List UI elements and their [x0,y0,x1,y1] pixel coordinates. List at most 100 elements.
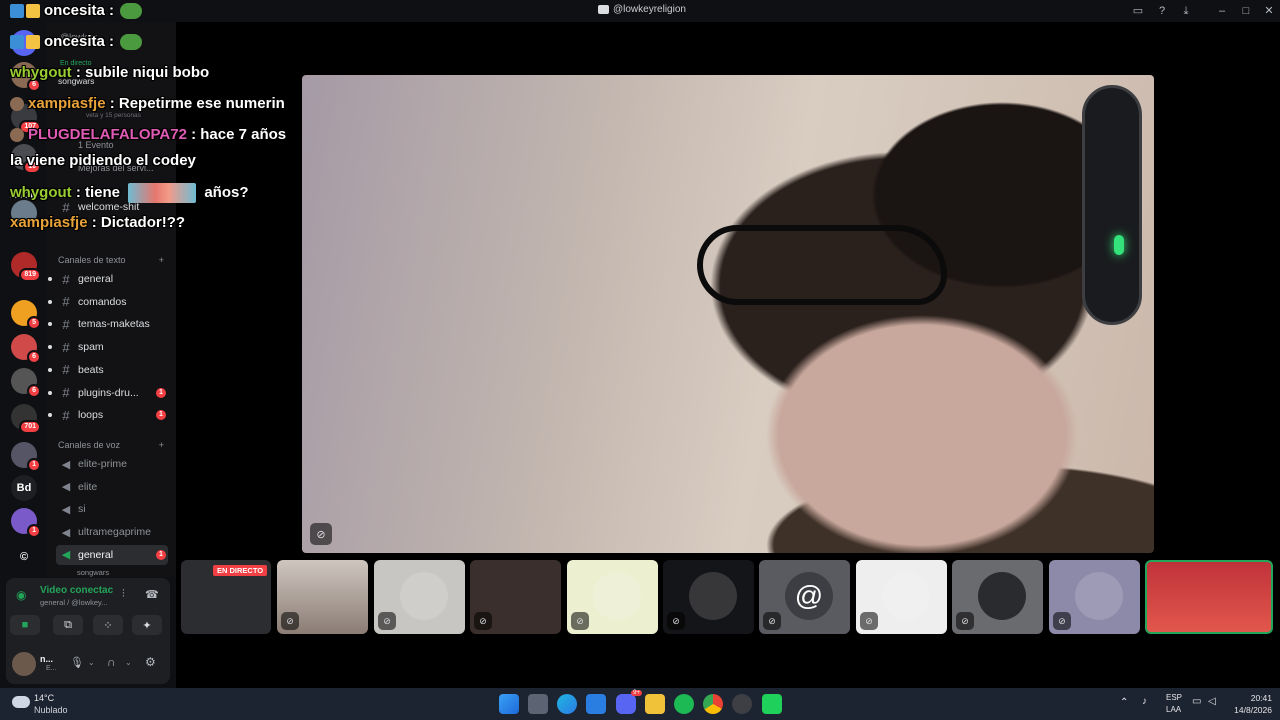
participant-tile[interactable]: ⊘ [470,560,561,634]
channel-general[interactable]: # general [48,269,168,289]
clock-date[interactable]: 14/8/2026 [1228,705,1272,715]
voice-status: Video conectac [40,585,114,596]
mention-badge: 819 [19,268,41,282]
participant-tile[interactable]: @ ⊘ [759,560,850,634]
participant-tile[interactable]: ⊘ [567,560,658,634]
voice-category[interactable]: Canales de voz + [58,440,164,450]
screen-share-button[interactable]: ⧉ [53,615,83,635]
task-view-icon[interactable] [528,694,548,714]
voice-channel-item[interactable]: ◀ general 1 [56,544,168,565]
chat-text: : Repetirme ese numerin [105,95,285,112]
obs-icon[interactable] [732,694,752,714]
chat-text: : tiene [71,183,125,201]
voice-channel-item[interactable]: ◀ si [56,499,168,519]
activities-button[interactable]: ⁘ [93,615,123,635]
clock-time[interactable]: 20:41 [1228,693,1272,703]
window-title: @lowkeyreligion [598,4,686,15]
participant-tile[interactable]: ⊘ [856,560,947,634]
add-channel-icon[interactable]: + [159,255,164,265]
badge-icon [10,4,24,19]
channel-item[interactable]: # temas-maketas [48,314,168,334]
server-icon[interactable]: 1 [11,508,41,538]
mic-muted-icon: ⊘ [378,612,396,630]
channel-item[interactable]: # loops 1 [48,405,168,425]
soundboard-button[interactable]: ✦ [132,615,162,635]
minimize-icon[interactable]: – [1215,4,1229,18]
volume-icon[interactable]: ◁ [1208,696,1216,707]
inbox-icon[interactable]: ▭ [1131,4,1145,18]
main-video-tile[interactable]: ⊘ [302,75,1154,553]
mic-muted-icon: ⊘ [474,612,492,630]
language-indicator[interactable]: ESP [1166,693,1182,702]
channel-label: elite [78,480,98,493]
chrome-icon[interactable] [703,694,723,714]
chat-text: : [104,2,119,19]
chevron-down-icon[interactable]: ⌄ [125,658,132,667]
download-icon[interactable]: ⤓ [1179,4,1193,18]
mic-muted-icon: ⊘ [763,612,781,630]
speaker-icon: ◀ [61,458,71,471]
camera-button[interactable]: ■ [10,615,40,635]
voice-channel-item[interactable]: ◀ ultramegaprime [56,522,168,542]
mention-badge: 1 [27,524,41,538]
server-icon[interactable]: Bd [11,475,37,501]
weather-temperature[interactable]: 14°C [34,693,54,703]
keyboard-layout[interactable]: LAA [1166,705,1181,714]
server-icon[interactable]: 5 [11,300,41,330]
hash-icon: # [62,385,70,400]
mail-icon[interactable] [586,694,606,714]
text-category[interactable]: Canales de texto + [58,255,164,265]
server-icon[interactable]: 1 [11,442,41,472]
server-icon[interactable]: 6 [11,368,41,398]
headphones-icon[interactable]: ∩ [107,655,116,669]
kick-icon[interactable] [762,694,782,714]
help-icon[interactable]: ? [1155,4,1169,18]
voice-channel-item[interactable]: ◀ elite [56,477,168,497]
close-icon[interactable]: ✕ [1262,4,1276,18]
start-button[interactable] [499,694,519,714]
participant-tile[interactable]: ⊘ [952,560,1043,634]
maximize-icon[interactable]: □ [1239,4,1253,18]
edge-icon[interactable] [557,694,577,714]
channel-label: si [78,503,86,516]
channel-item[interactable]: # beats [48,360,168,380]
avatar[interactable] [12,652,36,676]
participant-tile[interactable]: ⊘ [277,560,368,634]
participant-tile[interactable]: EN DIRECTO [181,560,271,634]
server-icon[interactable]: 6 [11,334,41,364]
add-channel-icon[interactable]: + [159,440,164,450]
server-icon[interactable]: 701 [11,404,41,434]
chat-username: whygout [10,183,72,201]
participant-tile[interactable]: ⊘ [1049,560,1140,634]
file-explorer-icon[interactable] [645,694,665,714]
voice-channel-item[interactable]: ◀ elite-prime [56,454,168,474]
voice-location[interactable]: general / @lowkey... [40,598,108,607]
server-icon[interactable]: © [11,544,37,570]
gear-icon[interactable]: ⚙ [145,655,156,669]
participant-tile[interactable] [1145,560,1273,634]
mic-tray-icon[interactable]: ♪ [1142,696,1147,707]
spotify-icon[interactable] [674,694,694,714]
noise-suppression-icon[interactable]: ⫶ [122,588,125,601]
chevron-up-icon[interactable]: ⌃ [1120,697,1128,708]
unread-indicator [48,322,52,327]
weather-condition[interactable]: Nublado [34,705,68,715]
participant-tile[interactable]: ⊘ [374,560,465,634]
chevron-down-icon[interactable]: ⌄ [88,658,95,667]
disconnect-icon[interactable]: ☎ [145,588,159,601]
glasses [697,225,947,305]
channel-label: general [78,548,114,561]
discord-icon[interactable]: 9+ [616,690,642,714]
at-sign-icon: @ [785,572,833,620]
mention-badge: 1 [156,549,166,560]
channel-item[interactable]: # comandos [48,292,168,312]
chat-username: whygout [10,64,72,81]
mic-muted-icon: ⊘ [571,612,589,630]
server-icon[interactable]: 819 [11,252,41,282]
network-icon[interactable]: ▭ [1192,696,1201,707]
participant-tile[interactable]: ⊘ [663,560,754,634]
channel-item[interactable]: # plugins-dru... 1 [48,383,168,403]
mic-icon[interactable]: 🎙︎ [70,656,84,669]
channel-label: ultramegaprime [78,526,151,539]
channel-item[interactable]: # spam [48,337,168,357]
